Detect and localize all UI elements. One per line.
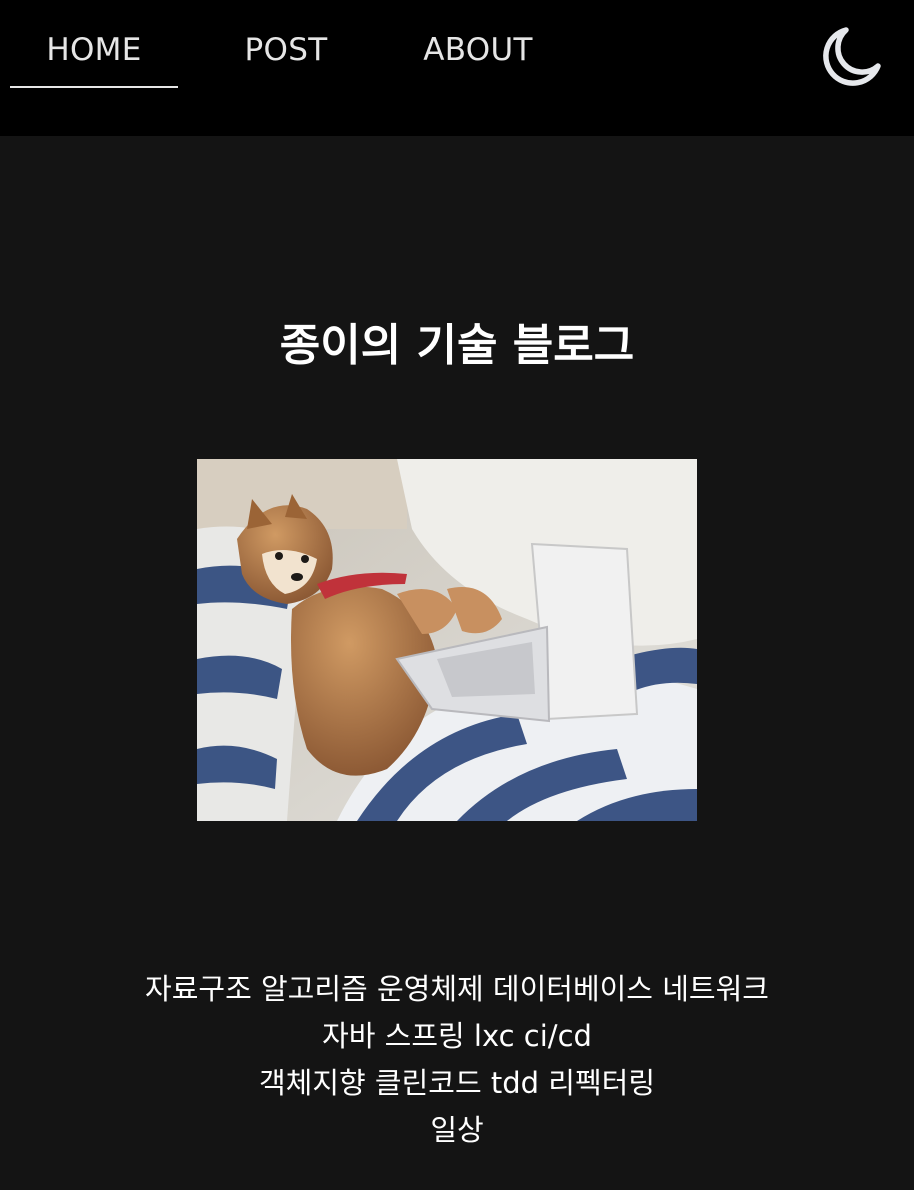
tag-link[interactable]: 네트워크 — [662, 972, 769, 1006]
page-title: 종이의 기술 블로그 — [279, 320, 635, 371]
tag-link[interactable]: 자료구조 — [145, 972, 252, 1006]
tag-row: 자료구조 알고리즘 운영체제 데이터베이스 네트워크 — [0, 966, 914, 1013]
tag-row: 일상 — [0, 1107, 914, 1154]
nav-active-underline — [10, 86, 178, 88]
tag-link[interactable]: 객체지향 — [259, 1066, 366, 1100]
moon-icon — [823, 27, 881, 86]
tag-link[interactable]: 알고리즘 — [261, 972, 368, 1006]
tag-link[interactable]: 클린코드 — [375, 1066, 482, 1100]
tag-link[interactable]: tdd — [491, 1066, 539, 1100]
tag-row: 자바 스프링 lxc ci/cd — [0, 1013, 914, 1060]
top-nav-bar: HOME POST ABOUT — [0, 0, 914, 136]
nav-about-link[interactable]: ABOUT — [395, 30, 561, 70]
tag-link[interactable]: 운영체제 — [377, 972, 484, 1006]
tag-link[interactable]: ci/cd — [524, 1019, 592, 1053]
dark-mode-toggle[interactable] — [812, 22, 884, 94]
nav-post-link[interactable]: POST — [200, 30, 372, 70]
tag-link[interactable]: 일상 — [430, 1113, 483, 1147]
nav-home-link[interactable]: HOME — [10, 30, 178, 70]
tag-link[interactable]: 자바 — [322, 1019, 375, 1053]
tag-link[interactable]: 리펙터링 — [548, 1066, 655, 1100]
tag-link[interactable]: 스프링 — [385, 1019, 465, 1053]
shiba-laptop-illustration — [197, 459, 697, 821]
tag-row: 객체지향 클린코드 tdd 리펙터링 — [0, 1060, 914, 1107]
tag-link[interactable]: 데이터베이스 — [493, 972, 653, 1006]
tag-link[interactable]: lxc — [474, 1019, 515, 1053]
tag-list: 자료구조 알고리즘 운영체제 데이터베이스 네트워크 자바 스프링 lxc ci… — [0, 966, 914, 1154]
hero-image — [197, 459, 697, 821]
